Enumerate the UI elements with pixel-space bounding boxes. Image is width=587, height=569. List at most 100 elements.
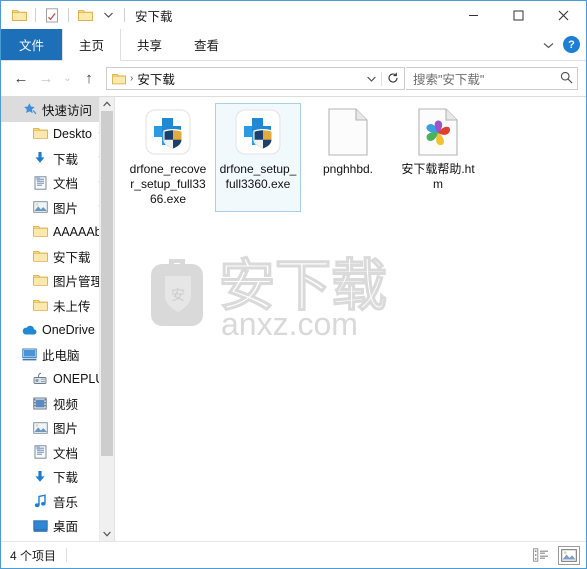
folder-icon[interactable] (9, 5, 29, 25)
sidebar-item-12[interactable]: 视频 (1, 391, 114, 416)
chevron-down-icon-expand-ribbon[interactable] (543, 38, 554, 52)
onedrive-icon (20, 324, 38, 336)
search-box[interactable]: 搜索"安下载" (406, 67, 578, 90)
sidebar-item-7[interactable]: 图片管理器 (1, 269, 114, 294)
download-icon (31, 470, 49, 484)
sidebar-item-10[interactable]: 此电脑 (1, 342, 114, 367)
search-input[interactable]: 搜索"安下载" (413, 69, 560, 88)
sidebar-item-5[interactable]: AAAAAbbl (1, 220, 114, 245)
sidebar-item-label: 音乐 (53, 495, 79, 510)
status-divider (66, 548, 68, 562)
tab-view[interactable]: 查看 (178, 29, 235, 60)
sidebar-item-label: 此电脑 (42, 348, 80, 363)
navigation-scrollbar[interactable] (99, 97, 114, 541)
large-icons-view-button[interactable] (558, 545, 580, 565)
sidebar-item-label: Deskto (53, 126, 92, 141)
file-item[interactable]: drfone_setup_full3360.exe (215, 103, 301, 212)
folder-icon (31, 299, 49, 312)
sidebar-item-8[interactable]: 未上传 (1, 293, 114, 318)
file-item[interactable]: 安下载帮助.htm (395, 103, 481, 212)
toolbar-divider-3 (124, 8, 125, 22)
sidebar-item-9[interactable]: OneDrive (1, 318, 114, 343)
sidebar-item-label: 下载 (53, 471, 79, 486)
file-list-pane[interactable]: 安 安下载 anxz.com drfone_recover_setup_full… (114, 97, 586, 541)
window-controls (451, 1, 586, 29)
breadcrumb-separator: › (130, 73, 134, 84)
sidebar-item-label: 文档 (53, 177, 79, 192)
chevron-down-icon-address[interactable] (361, 74, 381, 84)
help-icon[interactable]: ? (563, 36, 580, 53)
scroll-up-arrow-icon[interactable] (100, 97, 114, 111)
pictures-icon (31, 201, 49, 214)
sidebar-item-13[interactable]: 图片 (1, 416, 114, 441)
chevron-down-icon[interactable] (98, 5, 118, 25)
tab-file[interactable]: 文件 (1, 29, 63, 60)
html-360browser-icon (414, 108, 462, 156)
ribbon-right-controls: ? (543, 29, 580, 60)
sidebar-item-1[interactable]: Deskto (1, 122, 114, 147)
item-count-label: 4 个项目 (10, 548, 57, 563)
sidebar-item-2[interactable]: 下载 (1, 146, 114, 171)
sidebar-item-label: 未上传 (53, 299, 91, 314)
sidebar-item-14[interactable]: 文档 (1, 440, 114, 465)
file-name-label: pnghhbd. (322, 162, 374, 176)
address-bar-row: ← → ⌄ ↑ › 安下载 搜索"安下载" (1, 61, 586, 96)
tab-share[interactable]: 共享 (121, 29, 178, 60)
sidebar-item-6[interactable]: 安下载 (1, 244, 114, 269)
close-button[interactable] (541, 1, 586, 29)
drfone-app-icon (144, 108, 192, 156)
up-button[interactable]: ↑ (77, 66, 101, 92)
new-folder-icon[interactable] (75, 5, 95, 25)
documents-icon (31, 445, 49, 459)
forward-button[interactable]: → (34, 66, 58, 92)
sidebar-item-11[interactable]: ONEPLUS (1, 367, 114, 392)
sidebar-item-3[interactable]: 文档 (1, 171, 114, 196)
back-button[interactable]: ← (9, 66, 33, 92)
file-name-label: 安下载帮助.htm (401, 162, 475, 191)
sidebar-item-16[interactable]: 音乐 (1, 489, 114, 514)
minimize-button[interactable] (451, 1, 496, 29)
sidebar-item-0[interactable]: 快速访问 (1, 97, 114, 122)
sidebar-item-label: 图片 (53, 422, 79, 437)
properties-icon[interactable] (42, 5, 62, 25)
sidebar-item-label: 快速访问 (42, 103, 93, 118)
sidebar-item-15[interactable]: 下载 (1, 465, 114, 490)
blank-document-icon (324, 108, 372, 156)
recent-locations-button[interactable]: ⌄ (59, 66, 76, 92)
folder-icon (31, 250, 49, 263)
sidebar-item-label: 下载 (53, 152, 79, 167)
star-pin-icon (20, 102, 38, 116)
address-bar[interactable]: › 安下载 (106, 67, 405, 90)
pictures-icon (31, 421, 49, 434)
sidebar-item-17[interactable]: 桌面 (1, 514, 114, 539)
search-icon[interactable] (560, 71, 573, 87)
folder-icon (31, 274, 49, 287)
tab-home[interactable]: 主页 (62, 29, 122, 61)
sidebar-item-label: 桌面 (53, 520, 79, 535)
watermark-anxz: 安 安下载 anxz.com (129, 243, 429, 355)
file-name-label: drfone_setup_full3360.exe (219, 162, 297, 191)
details-view-button[interactable] (530, 546, 552, 565)
folder-icon (31, 127, 49, 140)
file-item[interactable]: pnghhbd. (305, 103, 391, 212)
ribbon-tabs: 文件 主页 共享 查看 ? (1, 29, 586, 61)
sidebar-item-label: 文档 (53, 446, 79, 461)
file-item[interactable]: drfone_recover_setup_full3366.exe (125, 103, 211, 212)
phone-icon (31, 372, 49, 385)
sidebar-item-label: 图片 (53, 201, 79, 216)
quick-access-toolbar: 安下载 (1, 5, 173, 25)
navigation-pane: 快速访问 Deskto 下载 文档 图片 AAAAAbbl 安下载 图片管理器 未上传 OneDr… (1, 97, 114, 541)
scroll-down-arrow-icon[interactable] (100, 527, 114, 541)
documents-icon (31, 176, 49, 190)
navigation-list: 快速访问 Deskto 下载 文档 图片 AAAAAbbl 安下载 图片管理器 未上传 OneDr… (1, 97, 114, 538)
window-title: 安下载 (135, 9, 173, 24)
sidebar-item-4[interactable]: 图片 (1, 195, 114, 220)
maximize-button[interactable] (496, 1, 541, 29)
file-name-label: drfone_recover_setup_full3366.exe (129, 162, 207, 206)
breadcrumb-current-folder[interactable]: 安下载 (137, 69, 175, 88)
drfone-app-icon (234, 108, 282, 156)
scrollbar-thumb[interactable] (101, 111, 113, 456)
svg-text:安: 安 (171, 288, 185, 304)
toolbar-divider (35, 8, 36, 22)
refresh-icon[interactable] (381, 71, 404, 86)
